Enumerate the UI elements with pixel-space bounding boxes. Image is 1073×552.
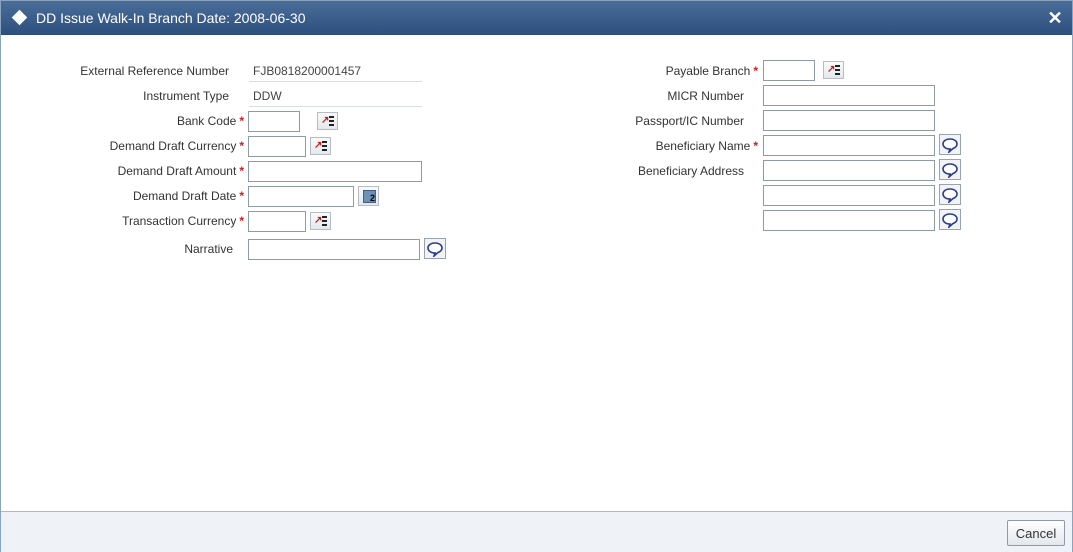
demand-draft-amount-input[interactable] [248, 161, 422, 182]
instrument-type-label: Instrument Type [143, 89, 229, 103]
external-reference-number-value: FJB0818200001457 [253, 64, 362, 78]
micr-number-label: MICR Number [667, 89, 744, 103]
beneficiary-address-line-1[interactable] [763, 160, 935, 181]
beneficiary-address-1-speech-bubble-icon[interactable] [939, 159, 961, 180]
beneficiary-address-2-speech-bubble-icon[interactable] [939, 184, 961, 205]
diamond-icon [11, 9, 28, 26]
demand-draft-currency-input[interactable] [248, 136, 306, 157]
passport-ic-number-input[interactable] [763, 110, 935, 131]
cancel-button[interactable]: Cancel [1007, 520, 1065, 546]
beneficiary-name-label: Beneficiary Name * [655, 139, 758, 153]
divider [249, 106, 422, 107]
dd-issue-window: DD Issue Walk-In Branch Date: 2008-06-30… [0, 0, 1073, 552]
narrative-speech-bubble-icon[interactable] [424, 238, 446, 259]
demand-draft-date-label: Demand Draft Date * [132, 189, 244, 203]
demand-draft-amount-label: Demand Draft Amount * [117, 164, 244, 178]
transaction-currency-lov-icon[interactable]: ↗ [310, 212, 331, 230]
transaction-currency-input[interactable] [248, 211, 306, 232]
footer-bar: Cancel [1, 511, 1072, 552]
beneficiary-name-speech-bubble-icon[interactable] [939, 134, 961, 155]
bank-code-label: Bank Code * [176, 114, 244, 128]
payable-branch-lov-icon[interactable]: ↗ [823, 61, 844, 79]
bank-code-lov-icon[interactable]: ↗ [317, 112, 338, 130]
demand-draft-currency-label: Demand Draft Currency * [109, 139, 244, 153]
passport-ic-number-label: Passport/IC Number [635, 114, 744, 128]
window-title: DD Issue Walk-In Branch Date: 2008-06-30 [36, 10, 306, 26]
instrument-type-value: DDW [253, 89, 282, 103]
close-icon[interactable]: ✕ [1044, 7, 1066, 29]
beneficiary-address-label: Beneficiary Address [637, 164, 744, 178]
micr-number-input[interactable] [763, 85, 935, 106]
beneficiary-address-3-speech-bubble-icon[interactable] [939, 209, 961, 230]
beneficiary-name-input[interactable] [763, 135, 935, 156]
payable-branch-label: Payable Branch * [665, 64, 758, 78]
payable-branch-input[interactable] [763, 60, 815, 81]
demand-draft-currency-lov-icon[interactable]: ↗ [310, 137, 331, 155]
transaction-currency-label: Transaction Currency * [122, 214, 244, 228]
narrative-input[interactable] [248, 239, 420, 260]
narrative-label: Narrative [184, 242, 233, 256]
calendar-icon[interactable]: 2 [358, 186, 379, 206]
beneficiary-address-line-2[interactable] [763, 185, 935, 206]
demand-draft-date-input[interactable] [248, 186, 354, 207]
divider [249, 81, 422, 82]
bank-code-input[interactable] [248, 111, 300, 132]
external-reference-number-label: External Reference Number [80, 64, 229, 78]
title-bar: DD Issue Walk-In Branch Date: 2008-06-30… [1, 1, 1072, 35]
beneficiary-address-line-3[interactable] [763, 210, 935, 231]
